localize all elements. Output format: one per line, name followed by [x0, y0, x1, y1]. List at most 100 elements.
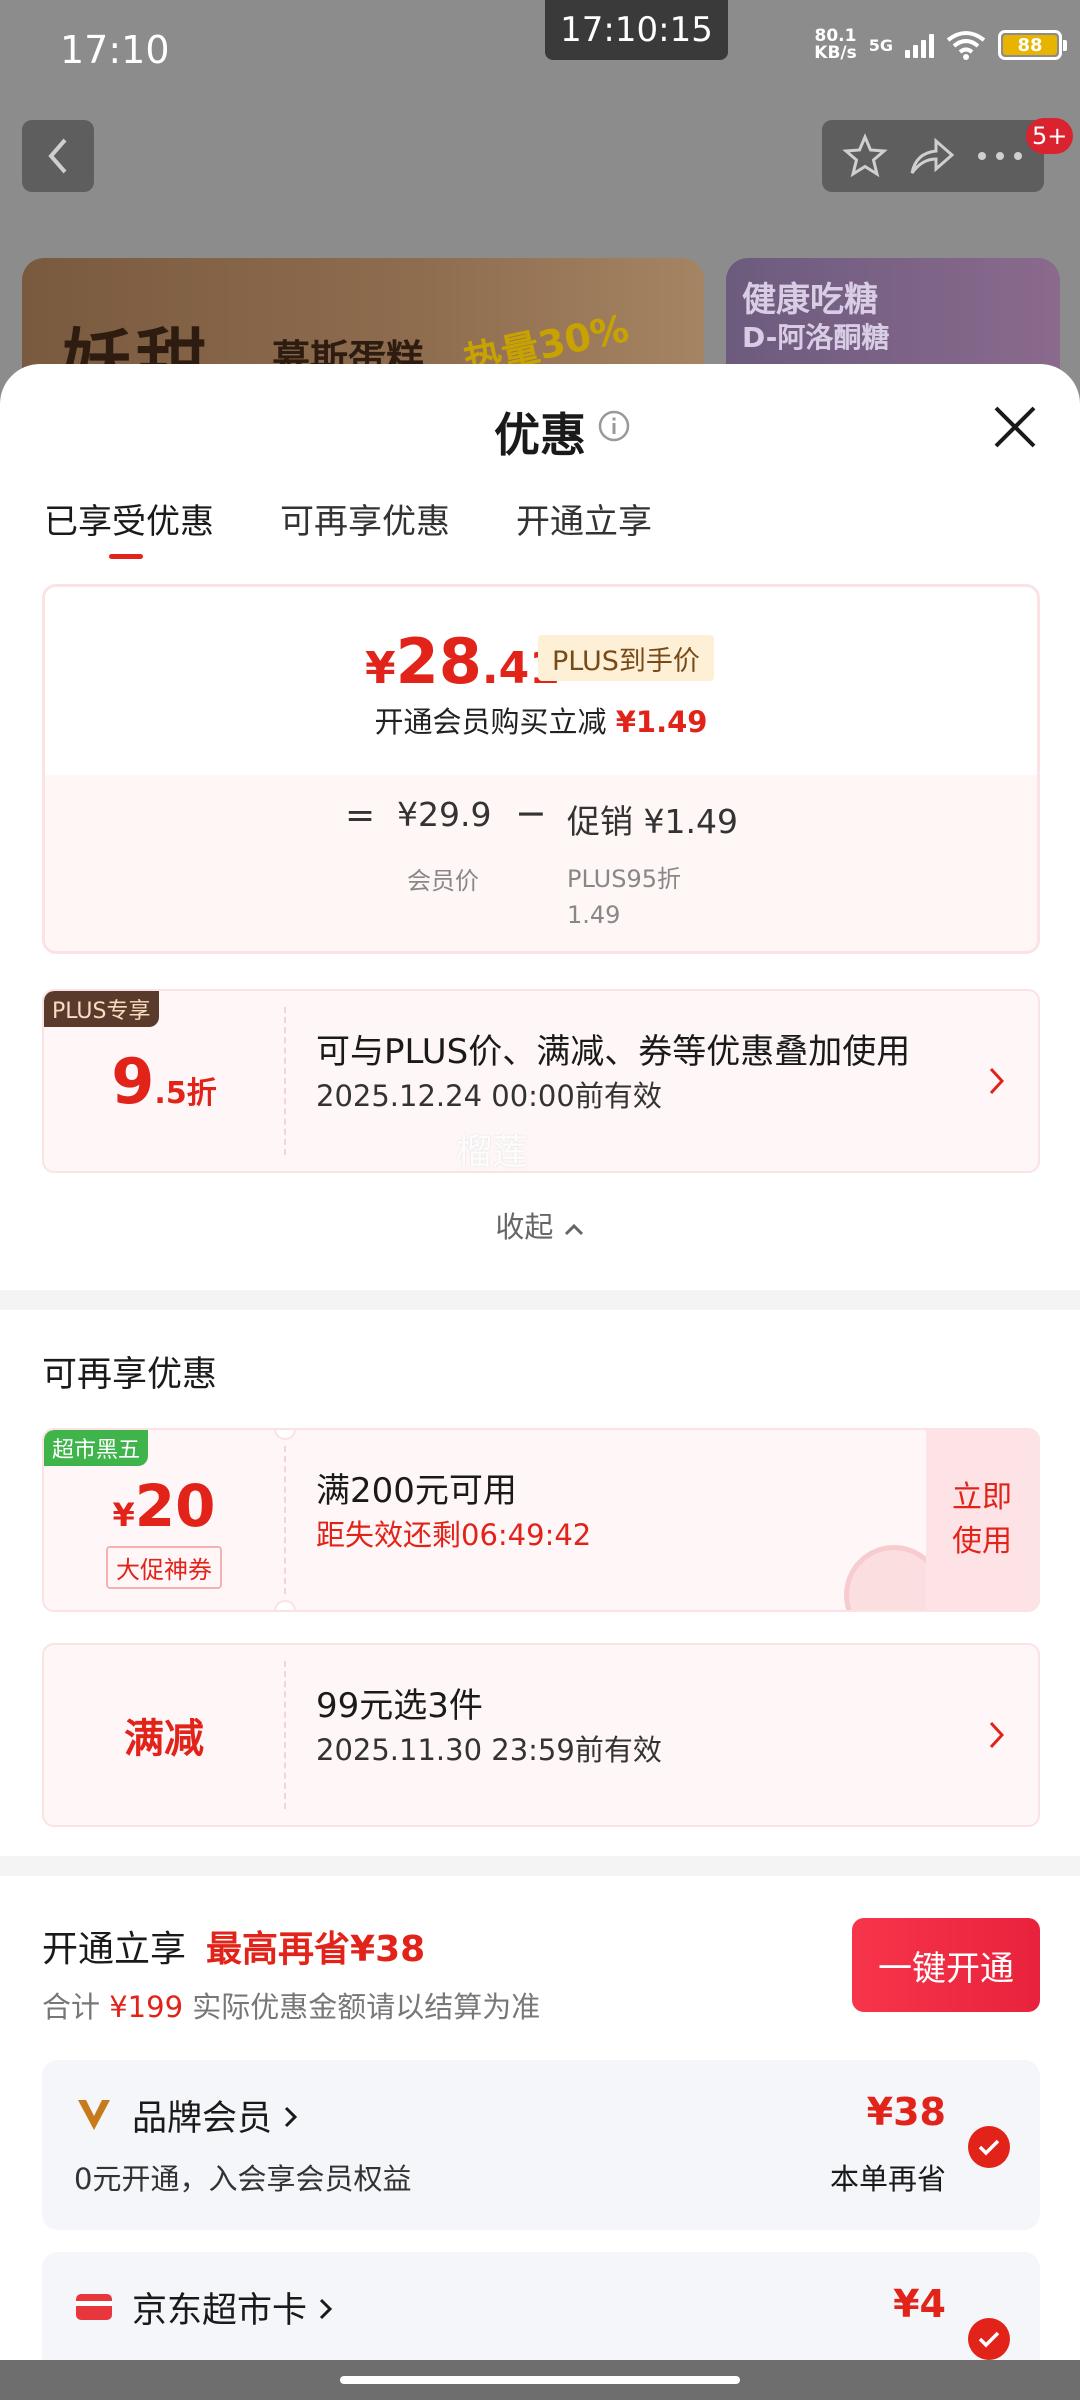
one-click-open-button[interactable]: 一键开通 — [852, 1918, 1040, 2012]
status-center-time: 17:10:15 — [545, 0, 728, 60]
chevron-right-icon — [320, 2298, 333, 2320]
promo-label-line2: 1.49 — [567, 901, 621, 929]
battery-level: 88 — [1003, 35, 1057, 56]
collapse-button[interactable]: 收起 — [0, 1204, 1080, 1246]
status-time: 17:10 — [60, 28, 170, 72]
info-icon[interactable] — [598, 410, 630, 442]
plus-discount-coupon[interactable]: PLUS专享 9.5折 可与PLUS价、满减、券等优惠叠加使用 2025.12.… — [42, 989, 1040, 1173]
full-reduction-label: 满减 — [124, 1716, 204, 1762]
coupon-body: 99元选3件 2025.11.30 23:59前有效 — [316, 1683, 958, 1771]
coupon-left: 9.5折 — [44, 991, 284, 1171]
discount-sheet: 优惠 已享受优惠 可再享优惠 开通立享 ¥28.41 PLUS到手价 开通会员购… — [0, 364, 1080, 2400]
home-indicator[interactable] — [0, 2360, 1080, 2400]
price-subtitle: 开通会员购买立减 ¥1.49 — [45, 699, 1037, 741]
member-name-text: 品牌会员 — [132, 2099, 273, 2139]
open-title-text: 开通立享 — [42, 1929, 187, 1970]
price-subtitle-text: 开通会员购买立减 — [374, 705, 607, 739]
coupon-body: 可与PLUS价、满减、券等优惠叠加使用 2025.12.24 00:00前有效 — [316, 1029, 958, 1117]
use-now-line2: 使用 — [952, 1524, 1012, 1559]
tab-more[interactable]: 可再享优惠 — [280, 494, 450, 563]
net-speed: 80.1 KB/s — [814, 28, 856, 62]
promo-value: 促销 ¥1.49 — [567, 802, 738, 841]
star-icon[interactable] — [842, 133, 888, 179]
top-actions — [822, 120, 1044, 192]
discount-big: 9 — [111, 1044, 155, 1118]
network-type: 5G — [868, 35, 893, 55]
brand-member-logo-icon — [78, 2100, 110, 2130]
price-summary: ¥28.41 PLUS到手价 开通会员购买立减 ¥1.49 — [45, 587, 1037, 775]
price-formula: = ¥29.9 − 促销 ¥1.49 会员价 PLUS95折 1.49 — [45, 775, 1037, 951]
full-reduction-coupon[interactable]: 满减 99元选3件 2025.11.30 23:59前有效 — [42, 1643, 1040, 1827]
member-desc: 0元开通，入会享会员权益 — [74, 2162, 412, 2196]
chevron-right-icon — [989, 1721, 1005, 1749]
coupon-divider — [284, 1446, 286, 1594]
member-price-label: 会员价 — [407, 867, 479, 895]
price-breakdown-card: ¥28.41 PLUS到手价 开通会员购买立减 ¥1.49 = ¥29.9 − … — [42, 584, 1040, 954]
member-price-value: ¥29.9 — [397, 795, 492, 834]
tab-enjoyed[interactable]: 已享受优惠 — [44, 494, 214, 563]
section-gap — [0, 1290, 1080, 1310]
chevron-left-icon — [48, 138, 67, 174]
coupon-number: 20 — [134, 1471, 216, 1540]
discount-small: .5折 — [154, 1075, 217, 1111]
status-icons: 80.1 KB/s 5G 88 — [814, 28, 1067, 62]
coupon-title: 满200元可用 — [316, 1471, 517, 1511]
chevron-right-icon — [989, 1067, 1005, 1095]
total-amount: ¥199 — [109, 1990, 184, 2024]
coupon-title: 可与PLUS价、满减、券等优惠叠加使用 — [316, 1032, 911, 1072]
promo-label: PLUS95折 1.49 — [567, 861, 681, 933]
section-title-more: 可再享优惠 — [42, 1355, 218, 1395]
more-icon[interactable] — [976, 150, 1024, 162]
coupon-chip: 大促神券 — [106, 1545, 222, 1589]
tab-open[interactable]: 开通立享 — [516, 494, 652, 563]
total-note: 实际优惠金额请以结算为准 — [192, 1990, 541, 2024]
check-icon[interactable] — [968, 2126, 1010, 2168]
section-gap — [0, 1856, 1080, 1876]
member-save-amount: ¥4 — [893, 2282, 946, 2326]
coupon-currency: ¥ — [112, 1495, 135, 1534]
plus-price: ¥28.41 — [365, 625, 560, 698]
plus-price-tag: PLUS到手价 — [538, 635, 714, 681]
coupon-20[interactable]: 超市黑五 ¥20 大促神券 满200元可用 距失效还剩06:49:42 立即 使… — [42, 1428, 1040, 1612]
member-save-label: 本单再省 — [829, 2162, 946, 2196]
coupon-watermark: 榴莲 — [456, 1132, 529, 1173]
ticket-notch — [274, 1600, 296, 1610]
price-currency: ¥ — [365, 643, 396, 694]
coupon-divider — [284, 1661, 286, 1809]
open-section-subtitle: 合计 ¥199 实际优惠金额请以结算为准 — [42, 1984, 540, 2026]
card-icon — [76, 2294, 112, 2320]
coupon-amount: ¥20 — [113, 1472, 216, 1540]
use-now-button[interactable]: 立即 使用 — [926, 1430, 1038, 1610]
tab-bar: 已享受优惠 可再享优惠 开通立享 — [44, 494, 652, 563]
coupon-left: 满减 — [44, 1645, 284, 1825]
formula-equals: = — [345, 795, 376, 836]
chevron-up-icon — [564, 1223, 583, 1236]
price-integer: 28 — [395, 625, 482, 698]
back-button[interactable] — [22, 120, 94, 192]
coupon-validity: 2025.11.30 23:59前有效 — [316, 1733, 662, 1767]
promo-label-line1: PLUS95折 — [567, 865, 681, 893]
use-now-line1: 立即 — [952, 1480, 1012, 1515]
discount-value: 9.5折 — [111, 1045, 216, 1118]
collapse-label: 收起 — [495, 1210, 554, 1244]
check-icon[interactable] — [968, 2318, 1010, 2360]
wifi-icon — [946, 31, 986, 60]
coupon-validity: 2025.12.24 00:00前有效 — [316, 1079, 662, 1113]
banner-right-sub: D-阿洛酮糖 — [742, 321, 890, 354]
status-bar: 17:10 17:10:15 80.1 KB/s 5G 88 — [0, 0, 1080, 100]
open-section-title: 开通立享 最高再省¥38 — [42, 1920, 425, 1972]
close-icon[interactable] — [990, 402, 1040, 452]
member-name-text: 京东超市卡 — [132, 2291, 308, 2331]
member-name[interactable]: 京东超市卡 — [132, 2282, 334, 2333]
member-name[interactable]: 品牌会员 — [132, 2090, 299, 2141]
open-highlight: 最高再省¥38 — [206, 1929, 426, 1970]
member-save-amount: ¥38 — [866, 2090, 946, 2134]
coupon-countdown: 距失效还剩06:49:42 — [316, 1518, 592, 1552]
message-badge: 5+ — [1026, 118, 1074, 154]
signal-icon — [905, 32, 934, 58]
banner-right-title: 健康吃糖 — [742, 280, 878, 320]
member-brand[interactable]: 品牌会员 0元开通，入会享会员权益 ¥38 本单再省 — [42, 2060, 1040, 2230]
price-subtitle-amount: ¥1.49 — [615, 705, 708, 739]
battery-icon: 88 — [998, 30, 1067, 60]
share-icon[interactable] — [908, 135, 956, 177]
